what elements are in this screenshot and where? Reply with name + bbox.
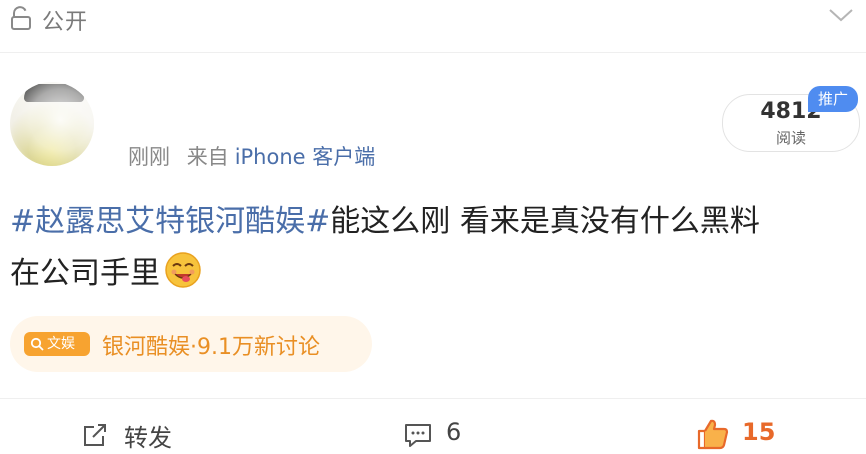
forward-button[interactable]: 转发 xyxy=(124,418,172,453)
post-body: #赵露思艾特银河酷娱#能这么刚 看来是真没有什么黑料 在公司手里 xyxy=(10,196,856,300)
visibility-bar[interactable]: 公开 xyxy=(0,0,866,50)
post-timestamp: 刚刚 xyxy=(128,145,170,169)
topic-link[interactable]: #赵露思艾特银河酷娱# xyxy=(10,204,330,239)
category-tag-label: 文娱 xyxy=(47,336,75,352)
forward-icon[interactable] xyxy=(82,422,108,448)
divider xyxy=(0,52,866,53)
post-card: 公开 刚刚 来自 iPhone 客户端 4812 阅读 推广 #赵露思艾特银河酷娱… xyxy=(0,0,866,454)
read-label: 阅读 xyxy=(775,129,806,147)
topic-chip-label: 银河酷娱·9.1万新讨论 xyxy=(102,335,320,360)
visibility-label: 公开 xyxy=(42,10,89,35)
source-device-link[interactable]: iPhone 客户端 xyxy=(235,145,376,169)
like-count[interactable]: 15 xyxy=(742,418,775,446)
chevron-down-icon[interactable] xyxy=(828,6,854,24)
source-prefix: 来自 xyxy=(186,145,229,169)
comment-count[interactable]: 6 xyxy=(446,418,461,446)
post-meta: 刚刚 来自 iPhone 客户端 xyxy=(128,141,375,171)
comment-icon[interactable] xyxy=(403,422,433,448)
divider xyxy=(0,398,866,399)
category-tag: 文娱 xyxy=(24,332,90,356)
lock-open-icon xyxy=(11,6,31,30)
post-text-line1: 能这么刚 看来是真没有什么黑料 xyxy=(330,204,760,239)
topic-chip[interactable]: 文娱 银河酷娱·9.1万新讨论 xyxy=(10,316,372,372)
thumbs-up-icon[interactable] xyxy=(696,417,730,451)
yum-face-icon xyxy=(165,252,201,288)
avatar[interactable] xyxy=(10,82,94,166)
search-icon xyxy=(30,337,44,351)
post-text-line2: 在公司手里 xyxy=(10,256,160,291)
promo-badge[interactable]: 推广 xyxy=(808,86,858,112)
